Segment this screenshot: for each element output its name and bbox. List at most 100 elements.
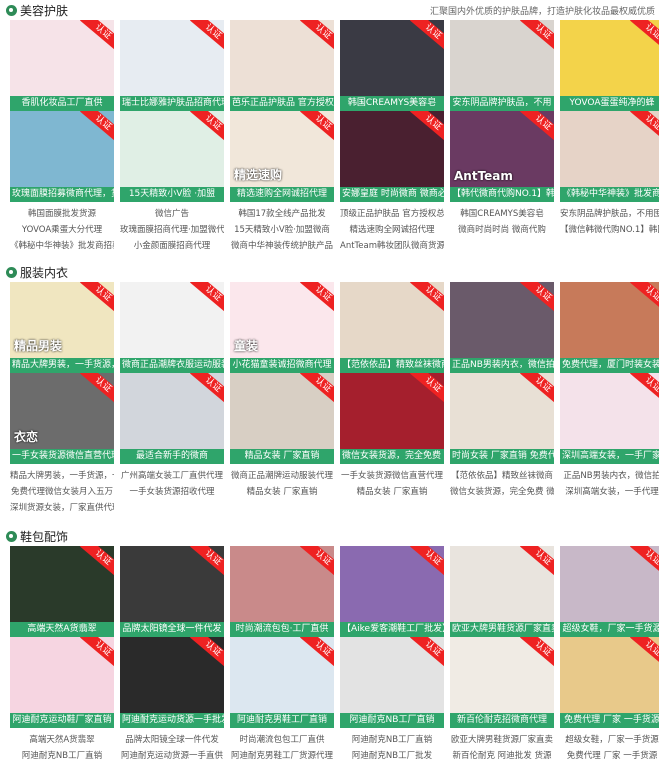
product-image[interactable]: 认证 <box>230 20 334 96</box>
product-image[interactable]: 认证 <box>230 546 334 622</box>
product-caption[interactable]: 深圳高端女装，一手厂家代理 <box>560 449 659 464</box>
product-image[interactable]: 认证 <box>560 282 659 358</box>
product-tile[interactable]: 认证 阿迪耐克NB工厂直销 <box>340 637 444 728</box>
product-caption[interactable]: 精品大牌男装，一手货源，一件 <box>10 358 114 373</box>
product-image[interactable]: 认证 <box>120 373 224 449</box>
product-caption[interactable]: 免费代理 厂家 一手货源 <box>560 713 659 728</box>
product-image[interactable]: 认证 <box>560 111 659 187</box>
text-link[interactable]: 广州高端女装工厂直供代理 <box>120 468 224 484</box>
product-caption[interactable]: 瑞士比娜雅护肤品招商代理 <box>120 96 224 111</box>
product-image[interactable]: 认证 <box>10 111 114 187</box>
product-caption[interactable]: 【范依依品】精致丝袜微商 <box>340 358 444 373</box>
product-tile[interactable]: 认证 超级女鞋，厂家一手货源 <box>560 546 659 637</box>
product-caption[interactable]: 安娜皇庭 时尚微商 微商必选产 <box>340 187 444 202</box>
product-tile[interactable]: 认证 欧亚大牌男鞋货源厂家直卖 <box>450 546 554 637</box>
product-image[interactable]: 认证 <box>450 282 554 358</box>
text-link[interactable]: AntTeam韩妆团队微商货源 <box>340 238 444 254</box>
product-tile[interactable]: 认证 最适合新手的微商 <box>120 373 224 464</box>
product-image[interactable]: 认证 <box>560 20 659 96</box>
product-tile[interactable]: 认证 高端天然A货翡翠 <box>10 546 114 637</box>
product-caption[interactable]: 15天精致小V脸 ·加盟 <box>120 187 224 202</box>
product-image[interactable]: 认证 <box>340 637 444 713</box>
product-image[interactable]: 认证 <box>340 546 444 622</box>
product-caption[interactable]: 《韩秘中华神装》批发商招 <box>560 187 659 202</box>
text-link[interactable]: 欧亚大牌男鞋货源厂家直卖 <box>450 732 554 748</box>
product-caption[interactable]: 微信女装货源，完全免费 微信 <box>340 449 444 464</box>
product-caption[interactable]: 精品女装 厂家直销 <box>230 449 334 464</box>
product-image[interactable]: 认证 <box>10 20 114 96</box>
text-link[interactable]: 顶级正品护肤品 官方授权总代 <box>340 206 444 222</box>
text-link[interactable]: 阿迪耐克NB工厂直销 <box>340 732 444 748</box>
text-link[interactable]: 阿迪耐克男鞋工厂货源代理 <box>230 748 334 764</box>
text-link[interactable]: 安东阴品牌护肤品，不用囤货 <box>560 206 659 222</box>
product-image[interactable]: 认证 <box>120 111 224 187</box>
text-link[interactable]: 精品大牌男装，一手货源，一件 <box>10 468 114 484</box>
product-tile[interactable]: 精选速购 认证 精选速购全网诚招代理 <box>230 111 334 202</box>
product-caption[interactable]: 欧亚大牌男鞋货源厂家直卖 <box>450 622 554 637</box>
product-image[interactable]: 认证 <box>120 546 224 622</box>
text-link[interactable]: 品牌太阳镜全球一件代发 <box>120 732 224 748</box>
product-tile[interactable]: 认证 阿迪耐克运动鞋厂家直销 <box>10 637 114 728</box>
text-link[interactable]: 免费代理微信女装月入五万 <box>10 484 114 500</box>
text-link[interactable]: 高端天然A货翡翠 <box>10 732 114 748</box>
product-tile[interactable]: 认证 微商正品潮牌衣服运动服装 <box>120 282 224 373</box>
text-link[interactable]: 韩国面膜批发货源 <box>10 206 114 222</box>
product-tile[interactable]: 认证 时尚潮流包包·工厂直供 <box>230 546 334 637</box>
product-caption[interactable]: 品牌太阳镜全球一件代发 <box>120 622 224 637</box>
product-image[interactable]: 认证 <box>230 373 334 449</box>
product-caption[interactable]: 一手女装货源微信直营代理 <box>10 449 114 464</box>
product-caption[interactable]: 香肌化妆品工厂直供 <box>10 96 114 111</box>
product-caption[interactable]: 最适合新手的微商 <box>120 449 224 464</box>
product-tile[interactable]: 认证《韩秘中华神装》批发商招 <box>560 111 659 202</box>
product-tile[interactable]: 认证 YOVOA蛋蛋纯净的蜂 <box>560 20 659 111</box>
text-link[interactable]: 一手女装货源微信直营代理 <box>340 468 444 484</box>
text-link[interactable]: 微商中华神装传统护肤产品 <box>230 238 334 254</box>
product-image[interactable]: 认证 <box>450 20 554 96</box>
text-link[interactable]: 精品女装 厂家直销 <box>230 484 334 500</box>
product-tile[interactable]: 认证玫瑰面膜招募微商代理，货源 <box>10 111 114 202</box>
product-caption[interactable]: 玫瑰面膜招募微商代理，货源 <box>10 187 114 202</box>
text-link[interactable]: 韩国CREAMYS美容皂 <box>450 206 554 222</box>
product-tile[interactable]: AntTeam 认证 【韩代微商代购NO.1】韩国 <box>450 111 554 202</box>
product-tile[interactable]: 认证免费代理，厦门时装女装诚招代 <box>560 282 659 373</box>
text-link[interactable]: 微商正品潮牌运动服装代理 <box>230 468 334 484</box>
product-image[interactable]: 认证 <box>120 282 224 358</box>
product-image[interactable]: 认证 <box>450 637 554 713</box>
product-caption[interactable]: 正品NB男装内衣，微信拍 <box>450 358 554 373</box>
text-link[interactable]: 《韩秘中华神装》批发商招募 <box>10 238 114 254</box>
product-tile[interactable]: 认证芭乐正品护肤品 官方授权总代 <box>230 20 334 111</box>
text-link[interactable]: 新百伦耐克 阿迪批发 货源 <box>450 748 554 764</box>
product-tile[interactable]: 认证 瑞士比娜雅护肤品招商代理 <box>120 20 224 111</box>
text-link[interactable]: 正品NB男装内衣，微信拍 <box>560 468 659 484</box>
product-caption[interactable]: 微商正品潮牌衣服运动服装 <box>120 358 224 373</box>
product-tile[interactable]: 认证 品牌太阳镜全球一件代发 <box>120 546 224 637</box>
text-link[interactable]: 免费代理 厂家 一手货源 <box>560 748 659 764</box>
product-tile[interactable]: 童装 认证 小花猫童装诚招微商代理 <box>230 282 334 373</box>
product-image[interactable]: 认证 <box>10 546 114 622</box>
product-image[interactable]: 精选速购 认证 <box>230 111 334 187</box>
product-tile[interactable]: 认证 阿迪耐克男鞋工厂直销 <box>230 637 334 728</box>
text-link[interactable]: 小金颜面膜招商代理 <box>120 238 224 254</box>
product-caption[interactable]: 【Aike爱客潮鞋工厂批发】 <box>340 622 444 637</box>
product-caption[interactable]: 安东阴品牌护肤品，不用 <box>450 96 554 111</box>
product-image[interactable]: 童装 认证 <box>230 282 334 358</box>
product-image[interactable]: 认证 <box>340 282 444 358</box>
product-image[interactable]: 认证 <box>340 20 444 96</box>
product-image[interactable]: 认证 <box>10 637 114 713</box>
text-link[interactable]: 【范依依品】精致丝袜微商 <box>450 468 554 484</box>
text-link[interactable]: 深圳高端女装，一手代理 <box>560 484 659 500</box>
product-tile[interactable]: 认证 【Aike爱客潮鞋工厂批发】 <box>340 546 444 637</box>
product-tile[interactable]: 认证 精品女装 厂家直销 <box>230 373 334 464</box>
text-link[interactable]: 韩国17款全线产品批发 <box>230 206 334 222</box>
product-tile[interactable]: 认证 15天精致小V脸 ·加盟 <box>120 111 224 202</box>
product-image[interactable]: 认证 <box>230 637 334 713</box>
product-tile[interactable]: 衣恋 认证 一手女装货源微信直营代理 <box>10 373 114 464</box>
product-tile[interactable]: 认证 新百伦耐克招微商代理 <box>450 637 554 728</box>
product-image[interactable]: 认证 <box>560 637 659 713</box>
text-link[interactable]: 玫瑰面膜招商代理·加盟微代 <box>120 222 224 238</box>
product-caption[interactable]: 韩国CREAMYS美容皂 <box>340 96 444 111</box>
product-caption[interactable]: 时尚女装 厂家直销 免费代理 <box>450 449 554 464</box>
product-tile[interactable]: 认证 韩国CREAMYS美容皂 <box>340 20 444 111</box>
product-tile[interactable]: 认证 阿迪耐克运动货源一手批发 <box>120 637 224 728</box>
product-caption[interactable]: 小花猫童装诚招微商代理 <box>230 358 334 373</box>
